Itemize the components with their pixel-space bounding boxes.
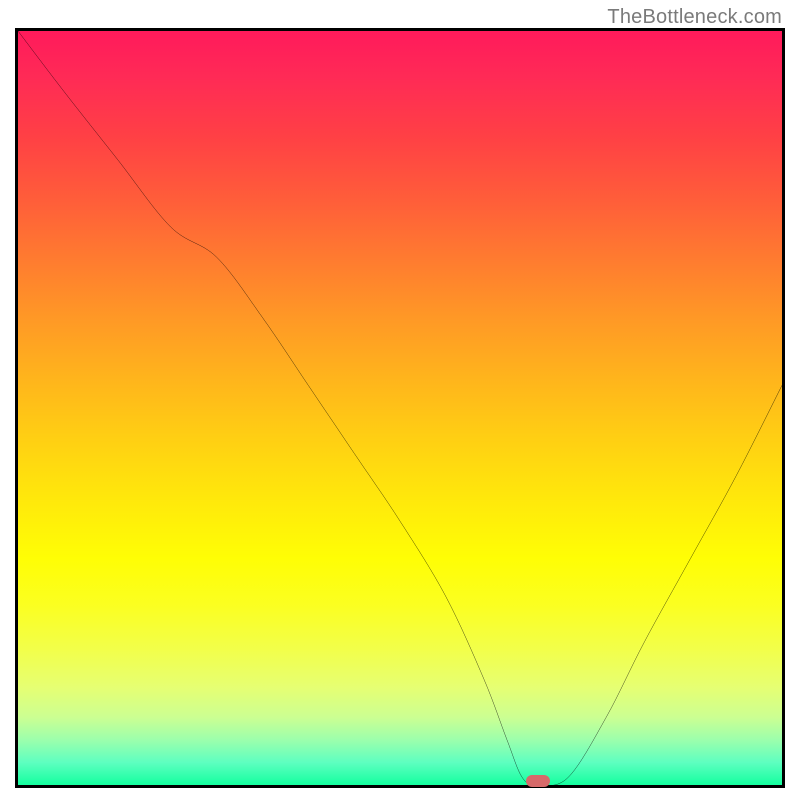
bottleneck-curve <box>18 31 782 785</box>
chart-frame <box>15 28 785 788</box>
curve-svg <box>18 31 782 785</box>
watermark-text: TheBottleneck.com <box>607 6 782 29</box>
optimum-marker <box>526 775 550 787</box>
plot-area <box>18 31 782 785</box>
